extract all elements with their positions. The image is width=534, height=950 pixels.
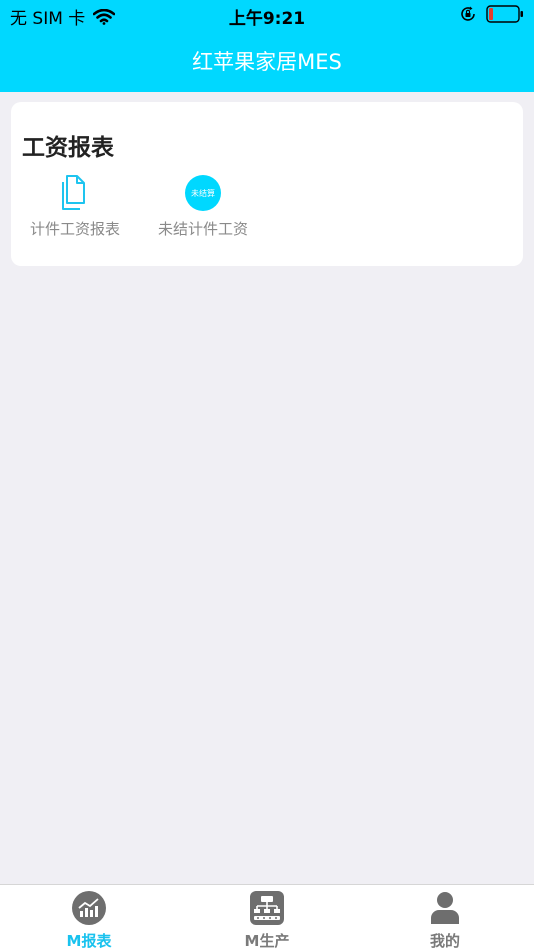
unsettled-badge: 未结算 (185, 175, 221, 211)
header: 无 SIM 卡 上午9:21 红苹果家居MES (0, 0, 534, 92)
document-icon (10, 174, 140, 212)
tab-m-report[interactable]: M报表 (0, 890, 178, 950)
tab-bar: M报表 M生产 我的 (0, 884, 534, 950)
orientation-lock-icon (460, 6, 476, 22)
unsettled-piecework-salary-label: 未结计件工资 (157, 220, 248, 238)
unsettled-badge-icon: 未结算 (138, 174, 268, 212)
chart-icon (0, 890, 178, 926)
production-icon (178, 890, 356, 926)
unsettled-piecework-salary-button[interactable]: 未结算 未结计件工资 (138, 174, 268, 239)
status-time: 上午9:21 (228, 9, 306, 29)
battery-icon (486, 5, 524, 23)
tab-m-report-label: M报表 (66, 932, 112, 950)
status-bar: 无 SIM 卡 上午9:21 (0, 0, 534, 30)
page-title: 红苹果家居MES (192, 50, 342, 74)
tab-m-production-label: M生产 (244, 932, 290, 950)
piecework-salary-report-button[interactable]: 计件工资报表 (10, 174, 140, 239)
tab-mine-label: 我的 (429, 932, 460, 950)
user-icon (356, 890, 534, 926)
tab-m-production[interactable]: M生产 (178, 890, 356, 950)
salary-report-card: 工资报表 计件工资报表 未结算 未结计件工资 (11, 102, 523, 266)
piecework-salary-report-label: 计件工资报表 (29, 220, 120, 238)
tab-mine[interactable]: 我的 (356, 890, 534, 950)
status-right (460, 5, 524, 23)
card-title: 工资报表 (22, 135, 114, 161)
